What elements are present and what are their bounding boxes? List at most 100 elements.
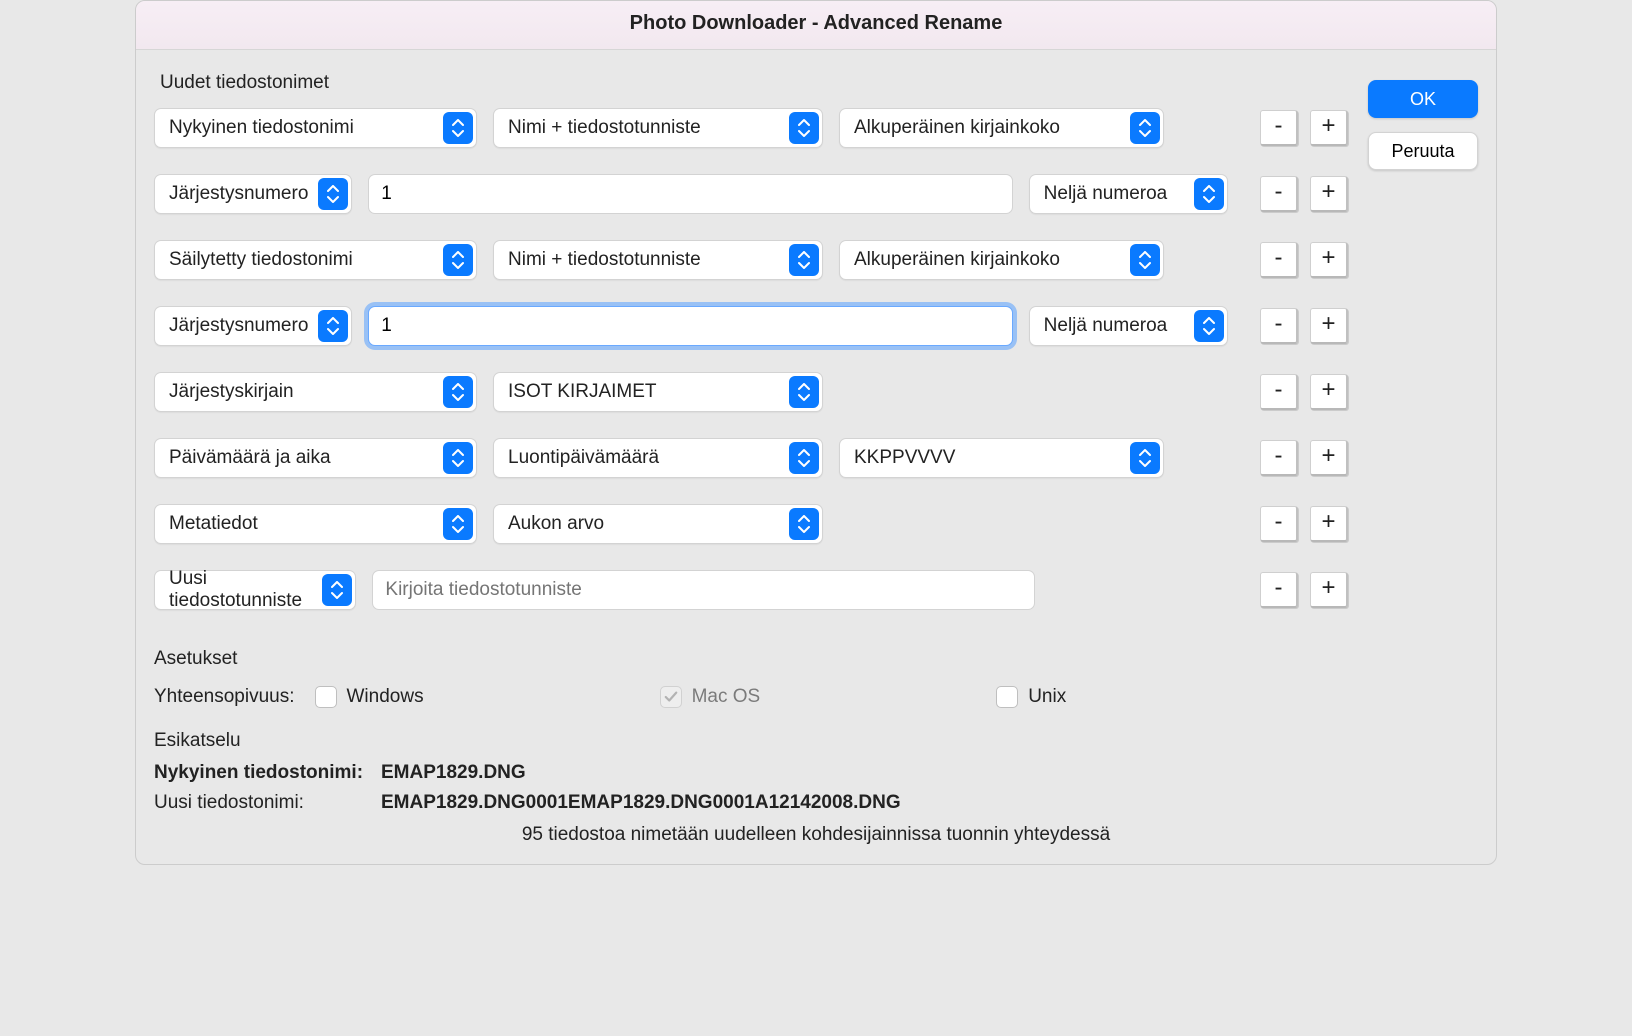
remove-row-button[interactable]: - <box>1260 308 1298 344</box>
add-row-button[interactable]: + <box>1310 572 1348 608</box>
chevrons-icon <box>1130 244 1160 276</box>
add-remove-group: -+ <box>1260 110 1348 146</box>
rename-row: Järjestysnumero Neljä numeroa -+ <box>154 306 1348 346</box>
chevrons-icon <box>789 244 819 276</box>
dropdown-value: Nimi + tiedostotunniste <box>508 249 701 271</box>
add-remove-group: -+ <box>1260 374 1348 410</box>
chevrons-icon <box>443 442 473 474</box>
dropdown-value: Aukon arvo <box>508 513 604 535</box>
preview-new-label: Uusi tiedostonimi: <box>154 792 369 814</box>
checkbox-macos-label: Mac OS <box>692 686 761 708</box>
left-column: Uudet tiedostonimet Nykyinen tiedostonim… <box>154 68 1348 628</box>
remove-row-button[interactable]: - <box>1260 110 1298 146</box>
settings-heading: Asetukset <box>154 648 1478 670</box>
text-input[interactable] <box>368 174 1012 214</box>
dropdown-value: KKPPVVVV <box>854 447 955 469</box>
checkbox-box <box>660 686 682 708</box>
checkbox-windows[interactable]: Windows <box>315 686 424 708</box>
chevrons-icon <box>789 508 819 540</box>
rename-row: Säilytetty tiedostonimi Nimi + tiedostotu… <box>154 240 1348 280</box>
chevrons-icon <box>1130 442 1160 474</box>
dropdown[interactable]: Neljä numeroa <box>1029 306 1228 346</box>
checkbox-unix[interactable]: Unix <box>996 686 1066 708</box>
dropdown[interactable]: Alkuperäinen kirjainkoko <box>839 108 1164 148</box>
content-area: Uudet tiedostonimet Nykyinen tiedostonim… <box>136 50 1496 638</box>
preview-current-label: Nykyinen tiedostonimi: <box>154 762 369 784</box>
remove-row-button[interactable]: - <box>1260 242 1298 278</box>
remove-row-button[interactable]: - <box>1260 440 1298 476</box>
dropdown[interactable]: Säilytetty tiedostonimi <box>154 240 477 280</box>
rename-row: Päivämäärä ja aika Luontipäivämäärä KKPPVV… <box>154 438 1348 478</box>
dropdown[interactable]: Nimi + tiedostotunniste <box>493 108 823 148</box>
dropdown[interactable]: KKPPVVVV <box>839 438 1164 478</box>
add-row-button[interactable]: + <box>1310 308 1348 344</box>
chevrons-icon <box>443 376 473 408</box>
remove-row-button[interactable]: - <box>1260 176 1298 212</box>
dropdown-value: Neljä numeroa <box>1044 183 1168 205</box>
ok-button[interactable]: OK <box>1368 80 1478 118</box>
dropdown-value: Nykyinen tiedostonimi <box>169 117 354 139</box>
dropdown-value: Luontipäivämäärä <box>508 447 659 469</box>
rename-rows: Nykyinen tiedostonimi Nimi + tiedostotunn… <box>154 108 1348 610</box>
add-row-button[interactable]: + <box>1310 440 1348 476</box>
chevrons-icon <box>789 376 819 408</box>
chevrons-icon <box>443 508 473 540</box>
dropdown[interactable]: Järjestyskirjain <box>154 372 477 412</box>
dropdown[interactable]: ISOT KIRJAIMET <box>493 372 823 412</box>
chevrons-icon <box>789 442 819 474</box>
dropdown[interactable]: Järjestysnumero <box>154 306 352 346</box>
dropdown-value: Neljä numeroa <box>1044 315 1168 337</box>
checkbox-box <box>315 686 337 708</box>
dropdown[interactable]: Neljä numeroa <box>1029 174 1228 214</box>
dropdown-value: ISOT KIRJAIMET <box>508 381 657 403</box>
text-input[interactable] <box>368 306 1012 346</box>
compatibility-row: Yhteensopivuus: Windows Mac OS Unix <box>154 678 1478 724</box>
dropdown[interactable]: Päivämäärä ja aika <box>154 438 477 478</box>
add-remove-group: -+ <box>1260 242 1348 278</box>
dropdown-value: Alkuperäinen kirjainkoko <box>854 249 1060 271</box>
remove-row-button[interactable]: - <box>1260 506 1298 542</box>
section-new-filenames-label: Uudet tiedostonimet <box>160 72 1348 94</box>
dropdown[interactable]: Aukon arvo <box>493 504 823 544</box>
remove-row-button[interactable]: - <box>1260 374 1298 410</box>
chevrons-icon <box>318 310 348 342</box>
chevrons-icon <box>1130 112 1160 144</box>
dropdown-value: Nimi + tiedostotunniste <box>508 117 701 139</box>
dropdown-value: Järjestyskirjain <box>169 381 294 403</box>
window-title: Photo Downloader - Advanced Rename <box>136 1 1496 50</box>
add-row-button[interactable]: + <box>1310 506 1348 542</box>
chevrons-icon <box>443 244 473 276</box>
dropdown[interactable]: Nykyinen tiedostonimi <box>154 108 477 148</box>
dropdown[interactable]: Metatiedot <box>154 504 477 544</box>
dropdown-value: Alkuperäinen kirjainkoko <box>854 117 1060 139</box>
chevrons-icon <box>318 178 348 210</box>
preview-rows: Nykyinen tiedostonimi: EMAP1829.DNG Uusi… <box>154 762 1478 814</box>
dropdown[interactable]: Nimi + tiedostotunniste <box>493 240 823 280</box>
add-remove-group: -+ <box>1260 440 1348 476</box>
rename-row: Järjestyskirjain ISOT KIRJAIMET -+ <box>154 372 1348 412</box>
checkbox-macos: Mac OS <box>660 686 761 708</box>
text-input[interactable] <box>372 570 1034 610</box>
dropdown-value: Järjestysnumero <box>169 315 308 337</box>
cancel-button[interactable]: Peruuta <box>1368 132 1478 170</box>
dropdown[interactable]: Alkuperäinen kirjainkoko <box>839 240 1164 280</box>
add-remove-group: -+ <box>1260 308 1348 344</box>
add-row-button[interactable]: + <box>1310 374 1348 410</box>
dropdown-value: Uusi tiedostotunniste <box>169 568 313 612</box>
add-row-button[interactable]: + <box>1310 242 1348 278</box>
preview-new-row: Uusi tiedostonimi: EMAP1829.DNG0001EMAP1… <box>154 792 1478 814</box>
preview-current-row: Nykyinen tiedostonimi: EMAP1829.DNG <box>154 762 1478 784</box>
rename-row: Uusi tiedostotunniste -+ <box>154 570 1348 610</box>
add-row-button[interactable]: + <box>1310 176 1348 212</box>
preview-section: Esikatselu Nykyinen tiedostonimi: EMAP18… <box>136 724 1496 864</box>
dropdown[interactable]: Luontipäivämäärä <box>493 438 823 478</box>
dropdown[interactable]: Järjestysnumero <box>154 174 352 214</box>
chevrons-icon <box>443 112 473 144</box>
chevrons-icon <box>789 112 819 144</box>
rename-row: Nykyinen tiedostonimi Nimi + tiedostotunn… <box>154 108 1348 148</box>
dropdown[interactable]: Uusi tiedostotunniste <box>154 570 356 610</box>
dropdown-value: Järjestysnumero <box>169 183 308 205</box>
add-row-button[interactable]: + <box>1310 110 1348 146</box>
remove-row-button[interactable]: - <box>1260 572 1298 608</box>
checkbox-windows-label: Windows <box>347 686 424 708</box>
